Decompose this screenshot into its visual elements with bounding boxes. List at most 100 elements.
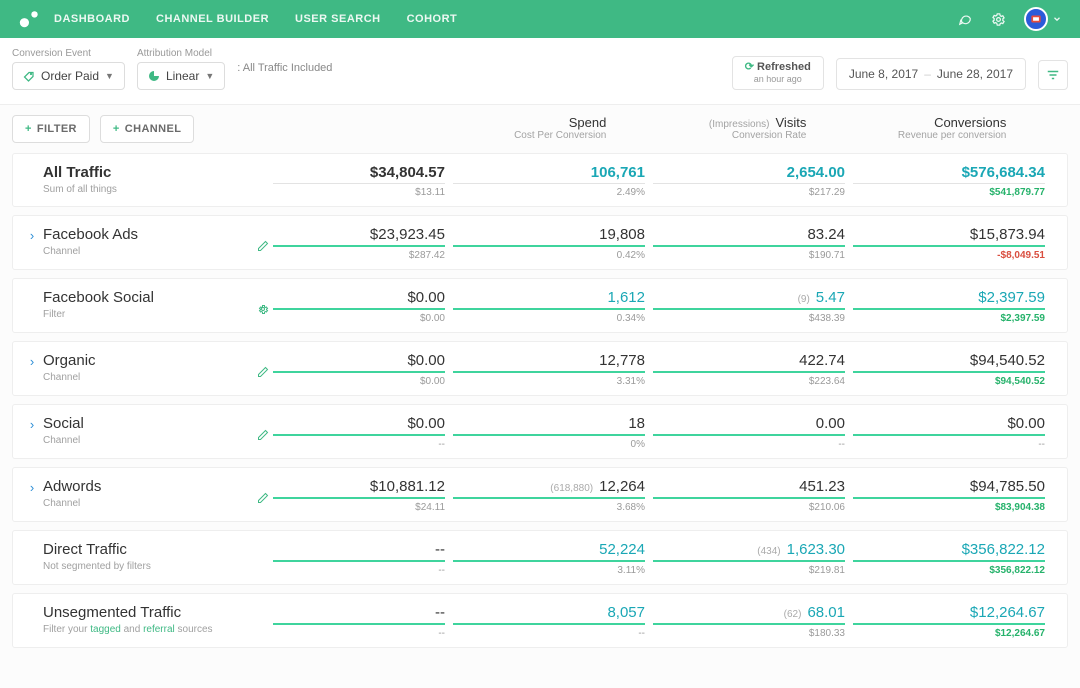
visits-value: 52,224 — [599, 541, 645, 558]
expand-row-toggle — [21, 164, 43, 166]
expand-row-toggle[interactable]: › — [21, 352, 43, 369]
conv-pre: (434) — [757, 546, 780, 557]
conv-pre: (9) — [798, 294, 810, 305]
nav-cohort[interactable]: COHORT — [407, 13, 458, 25]
expand-row-toggle[interactable]: › — [21, 478, 43, 495]
date-range-picker[interactable]: June 8, 2017 – June 28, 2017 — [836, 58, 1026, 90]
conversion-event-value: Order Paid — [41, 69, 99, 83]
col-visits-title: Visits — [776, 115, 807, 130]
spend-value: $23,923.45 — [370, 226, 445, 243]
visits-sub: 0.34% — [453, 313, 645, 324]
avatar-chevron-icon[interactable] — [1052, 14, 1062, 24]
visits-sub: 2.49% — [453, 187, 645, 198]
spend-value: $0.00 — [407, 289, 445, 306]
expand-row-toggle[interactable]: › — [21, 226, 43, 243]
nav-dashboard[interactable]: DASHBOARD — [54, 13, 130, 25]
visits-value: 106,761 — [591, 164, 645, 181]
attribution-model-label: Attribution Model — [137, 48, 225, 59]
revenue-value: $0.00 — [1007, 415, 1045, 432]
profit-value: $83,904.38 — [853, 502, 1045, 513]
table-row: ›SocialChannel$0.00--180%0.00--$0.00-- — [12, 404, 1068, 459]
visits-sub: 0.42% — [453, 250, 645, 261]
conv-pre: (62) — [784, 609, 802, 620]
visits-value: 12,264 — [599, 478, 645, 495]
visits-value: 1,612 — [607, 289, 645, 306]
conversion-event-label: Conversion Event — [12, 48, 125, 59]
top-nav: DASHBOARD CHANNEL BUILDER USER SEARCH CO… — [0, 0, 1080, 38]
revenue-value: $576,684.34 — [962, 164, 1045, 181]
row-pencil-icon[interactable] — [257, 240, 269, 252]
conversion-event-dropdown[interactable]: Order Paid ▼ — [12, 62, 125, 90]
visits-value: 19,808 — [599, 226, 645, 243]
profit-value: $94,540.52 — [853, 376, 1045, 387]
row-title: Unsegmented Traffic — [43, 604, 249, 621]
spend-value: $0.00 — [407, 352, 445, 369]
profit-value: $2,397.59 — [853, 313, 1045, 324]
conversions-value: 5.47 — [816, 289, 845, 306]
settings-gear-icon[interactable] — [991, 12, 1006, 27]
profit-value: $541,879.77 — [853, 187, 1045, 198]
table-row: ›OrganicChannel$0.00$0.0012,7783.31%422.… — [12, 341, 1068, 396]
visits-value: 18 — [628, 415, 645, 432]
revenue-value: $94,540.52 — [970, 352, 1045, 369]
row-subtitle: Channel — [43, 435, 249, 446]
spend-value: $10,881.12 — [370, 478, 445, 495]
col-conv-sub: Revenue per conversion — [814, 130, 1006, 141]
visits-sub: 3.11% — [453, 565, 645, 576]
conversions-value: 422.74 — [799, 352, 845, 369]
row-pencil-icon[interactable] — [257, 366, 269, 378]
date-from: June 8, 2017 — [849, 67, 918, 81]
spend-sub: $13.11 — [273, 187, 445, 198]
conversions-value: 2,654.00 — [787, 164, 845, 181]
nav-channel-builder[interactable]: CHANNEL BUILDER — [156, 13, 269, 25]
spend-sub: $287.42 — [273, 250, 445, 261]
expand-row-toggle[interactable]: › — [21, 415, 43, 432]
table-row: Direct TrafficNot segmented by filters--… — [12, 530, 1068, 585]
conversions-value: 68.01 — [807, 604, 845, 621]
revenue-value: $94,785.50 — [970, 478, 1045, 495]
profit-value: -$8,049.51 — [853, 250, 1045, 261]
nav-user-search[interactable]: USER SEARCH — [295, 13, 381, 25]
refresh-button[interactable]: ⟳ Refreshed an hour ago — [732, 56, 824, 90]
row-subtitle: Filter — [43, 309, 249, 320]
row-gear-icon[interactable] — [257, 303, 269, 315]
row-pencil-icon[interactable] — [257, 429, 269, 441]
visits-sub: -- — [453, 628, 645, 639]
filter-bar: Conversion Event Order Paid ▼ Attributio… — [0, 38, 1080, 105]
add-filter-button[interactable]: +FILTER — [12, 115, 90, 143]
profit-value: -- — [853, 439, 1045, 450]
row-pencil-icon[interactable] — [257, 492, 269, 504]
spend-value: -- — [435, 604, 445, 621]
row-subtitle: Channel — [43, 498, 249, 509]
refreshed-time: an hour ago — [745, 74, 811, 85]
attribution-model-dropdown[interactable]: Linear ▼ — [137, 62, 225, 90]
spend-value: $0.00 — [407, 415, 445, 432]
conversions-sub: $190.71 — [653, 250, 845, 261]
visits-sub: 3.31% — [453, 376, 645, 387]
row-subtitle: Sum of all things — [43, 184, 249, 195]
conversions-value: 1,623.30 — [787, 541, 845, 558]
profit-value: $356,822.12 — [853, 565, 1045, 576]
user-avatar[interactable] — [1024, 7, 1048, 31]
traffic-note: : All Traffic Included — [237, 62, 332, 76]
table-row: Unsegmented TrafficFilter your tagged an… — [12, 593, 1068, 648]
spend-sub: $0.00 — [273, 376, 445, 387]
col-conv-title: Conversions — [814, 115, 1006, 130]
row-title: Social — [43, 415, 249, 432]
caret-down-icon: ▼ — [205, 71, 214, 81]
conversions-sub: $223.64 — [653, 376, 845, 387]
expand-row-toggle — [21, 604, 43, 606]
add-channel-button[interactable]: +CHANNEL — [100, 115, 194, 143]
visits-value: 8,057 — [607, 604, 645, 621]
chat-icon[interactable] — [957, 12, 973, 26]
attribution-model-value: Linear — [166, 69, 199, 83]
table-row: ›Facebook AdsChannel$23,923.45$287.4219,… — [12, 215, 1068, 270]
conversions-value: 83.24 — [807, 226, 845, 243]
row-title: All Traffic — [43, 164, 249, 181]
model-icon — [148, 70, 160, 82]
row-title: Facebook Ads — [43, 226, 249, 243]
col-rev-sub: Profit (loss) — [1014, 130, 1080, 141]
spend-sub: $24.11 — [273, 502, 445, 513]
spend-sub: -- — [273, 628, 445, 639]
sort-button[interactable] — [1038, 60, 1068, 90]
